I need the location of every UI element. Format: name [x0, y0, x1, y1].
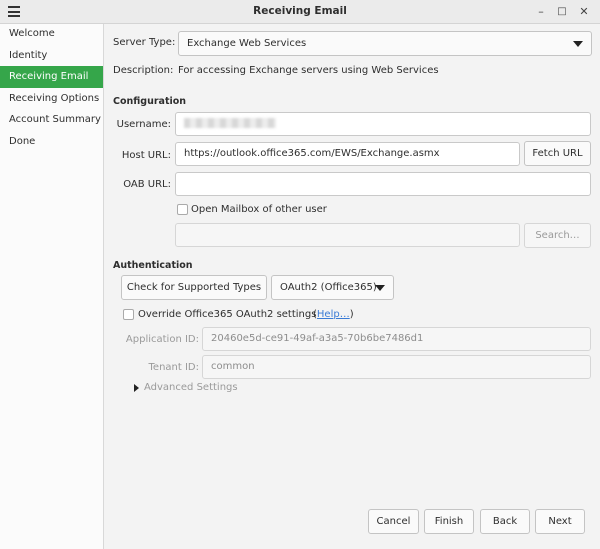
back-button[interactable]: Back — [480, 509, 530, 534]
open-mailbox-label: Open Mailbox of other user — [191, 204, 327, 215]
sidebar-item-receiving-options[interactable]: Receiving Options — [0, 88, 103, 110]
check-supported-types-button[interactable]: Check for Supported Types — [121, 275, 267, 300]
fetch-url-button[interactable]: Fetch URL — [524, 141, 591, 166]
next-button[interactable]: Next — [535, 509, 585, 534]
tenant-id-input[interactable]: common — [202, 355, 591, 379]
help-link[interactable]: Help… — [317, 309, 350, 320]
main-panel: Server Type: Exchange Web Services Descr… — [105, 24, 600, 549]
override-oauth2-checkbox[interactable] — [123, 309, 134, 320]
description-text: For accessing Exchange servers using Web… — [178, 65, 439, 76]
override-oauth2-label: Override Office365 OAuth2 settings — [138, 309, 317, 320]
cancel-button[interactable]: Cancel — [368, 509, 419, 534]
server-type-label: Server Type: — [113, 37, 176, 48]
search-button[interactable]: Search… — [524, 223, 591, 248]
auth-method-dropdown[interactable]: OAuth2 (Office365) — [271, 275, 394, 300]
authentication-heading: Authentication — [113, 260, 193, 271]
redacted-username-image — [184, 118, 276, 128]
username-input[interactable] — [175, 112, 591, 136]
application-id-input[interactable]: 20460e5d-ce91-49af-a3a5-70b6be7486d1 — [202, 327, 591, 351]
host-url-label: Host URL: — [121, 150, 171, 161]
chevron-down-icon — [573, 41, 583, 47]
oab-url-label: OAB URL: — [123, 179, 171, 190]
close-button[interactable]: ✕ — [575, 3, 593, 21]
username-label: Username: — [116, 119, 171, 130]
sidebar-item-done[interactable]: Done — [0, 131, 103, 153]
minimize-button[interactable]: – — [532, 3, 550, 21]
help-link-wrapper: (Help…) — [313, 309, 354, 320]
sidebar-item-receiving-email[interactable]: Receiving Email — [0, 66, 103, 88]
server-type-value: Exchange Web Services — [187, 38, 307, 49]
window-title: Receiving Email — [253, 5, 347, 17]
sidebar-item-welcome[interactable]: Welcome — [0, 23, 103, 45]
sidebar-item-identity[interactable]: Identity — [0, 45, 103, 67]
auth-method-value: OAuth2 (Office365) — [280, 282, 377, 293]
description-label: Description: — [113, 65, 174, 76]
chevron-down-icon — [375, 285, 385, 291]
expander-triangle-icon[interactable] — [134, 384, 139, 392]
sidebar-item-account-summary[interactable]: Account Summary — [0, 109, 103, 131]
open-mailbox-checkbox[interactable] — [177, 204, 188, 215]
tenant-id-label: Tenant ID: — [148, 362, 199, 373]
oab-url-input[interactable] — [175, 172, 591, 196]
host-url-input[interactable]: https://outlook.office365.com/EWS/Exchan… — [175, 142, 520, 166]
maximize-button[interactable]: □ — [553, 3, 571, 21]
configuration-heading: Configuration — [113, 96, 187, 107]
finish-button[interactable]: Finish — [424, 509, 474, 534]
other-user-input[interactable] — [175, 223, 520, 247]
application-id-label: Application ID: — [125, 334, 199, 345]
server-type-dropdown[interactable]: Exchange Web Services — [178, 31, 592, 56]
wizard-sidebar: Welcome Identity Receiving Email Receivi… — [0, 24, 104, 549]
advanced-settings-expander[interactable]: Advanced Settings — [144, 382, 238, 393]
title-bar: Receiving Email – □ ✕ — [0, 0, 600, 24]
